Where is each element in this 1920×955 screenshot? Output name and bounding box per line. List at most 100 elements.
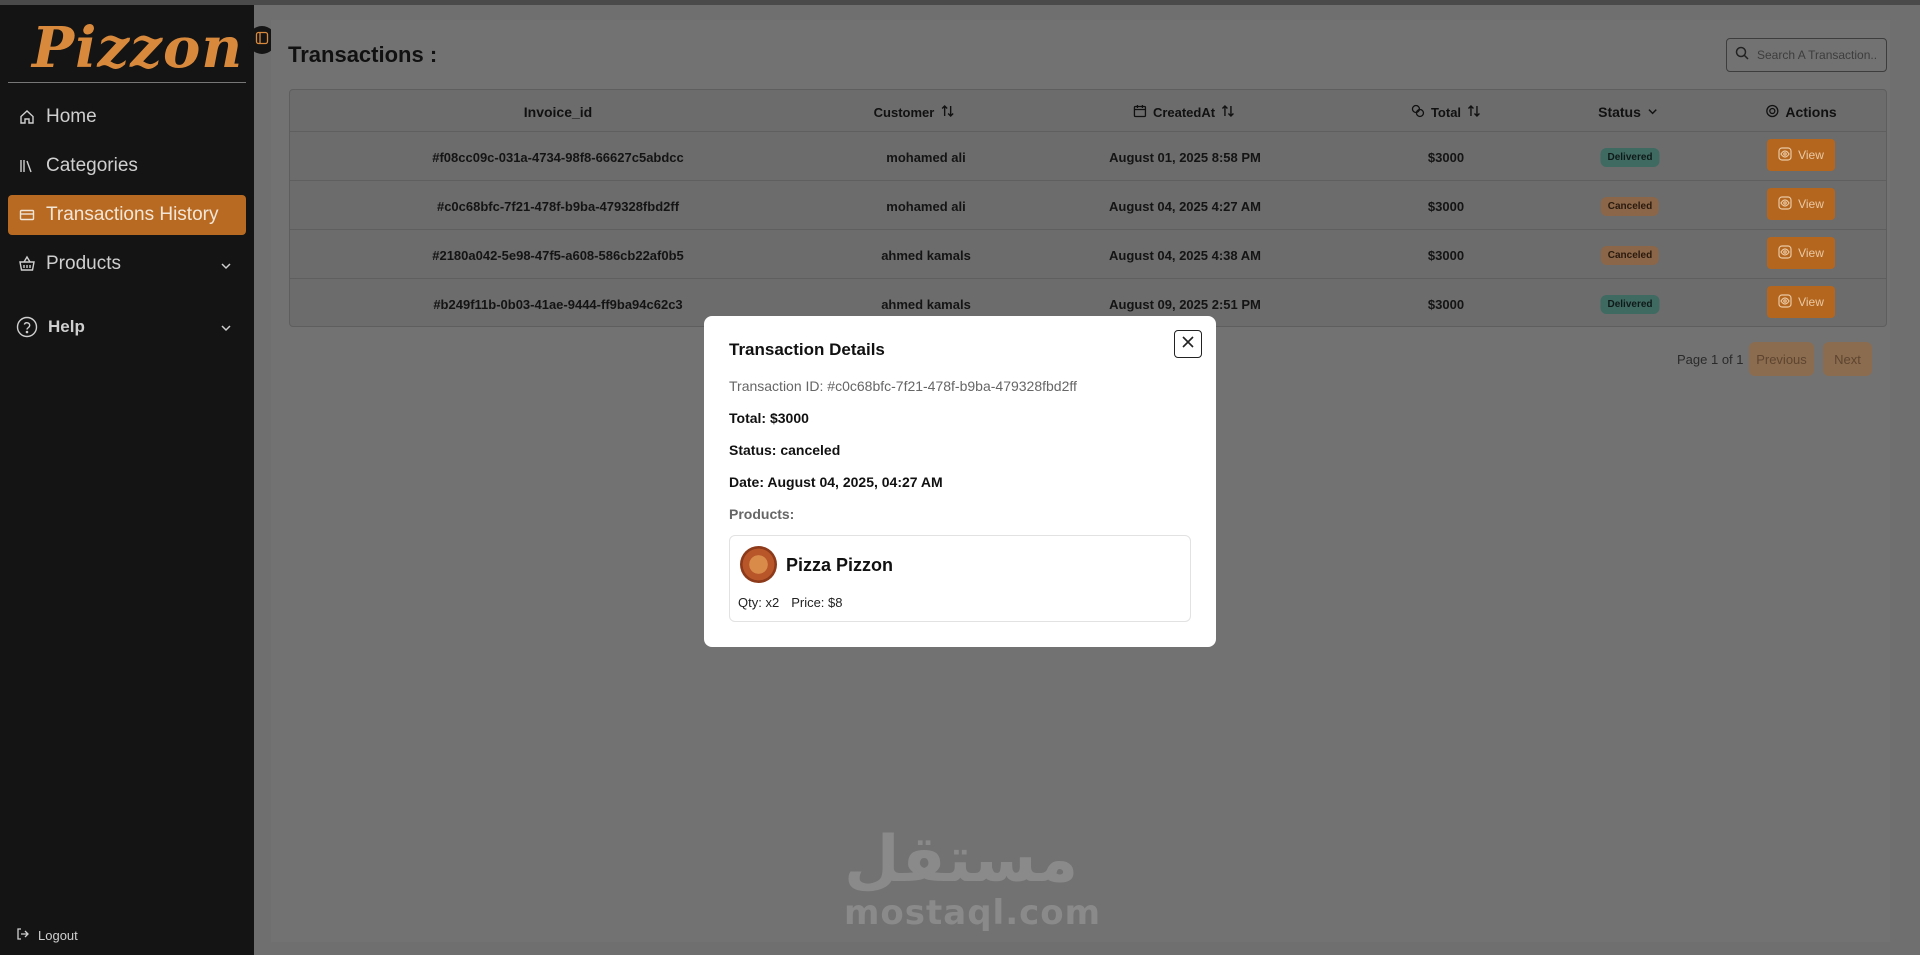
status-cell: Canceled <box>1600 245 1660 265</box>
help-circle-icon <box>16 316 38 338</box>
column-header-invoice: Invoice_id <box>524 102 592 122</box>
transactions-table: Invoice_id Customer CreatedAt Total Stat… <box>289 89 1887 327</box>
status-cell: Delivered <box>1600 294 1660 314</box>
watermark-arabic: مستقل <box>844 823 1079 897</box>
transaction-details-modal: Transaction Details Transaction ID: #c0c… <box>704 316 1216 647</box>
status-badge: Delivered <box>1600 147 1660 167</box>
pagination-status: Page 1 of 1 <box>1677 352 1744 367</box>
sidebar-divider <box>8 82 246 83</box>
watermark: مستقل mostaql.com <box>844 823 1100 931</box>
view-label: View <box>1798 148 1824 162</box>
column-label: Invoice_id <box>523 104 593 120</box>
customer-cell: mohamed ali <box>886 198 966 214</box>
view-label: View <box>1798 295 1824 309</box>
sort-icon[interactable] <box>1467 104 1481 121</box>
created-at-cell: August 04, 2025 4:27 AM <box>1109 198 1261 214</box>
sidebar-item-label: Categories <box>46 155 138 176</box>
customer-cell: mohamed ali <box>886 149 966 165</box>
home-icon <box>18 108 36 126</box>
column-header-status[interactable]: Status <box>1598 102 1658 122</box>
sidebar-item-label: Home <box>46 106 97 127</box>
products-label: Products: <box>729 506 795 522</box>
view-button[interactable]: View <box>1767 237 1835 269</box>
pizza-image <box>740 546 777 583</box>
product-name: Pizza Pizzon <box>786 555 894 575</box>
eye-icon <box>1778 293 1792 311</box>
sidebar-item-transactions-history[interactable]: Transactions History <box>8 195 246 235</box>
logout-link[interactable]: Logout <box>16 927 78 944</box>
invoice-id-cell: #2180a042-5e98-47f5-a608-586cb22af0b5 <box>432 247 684 263</box>
table-row: #f08cc09c-031a-4734-98f8-66627c5abdcc mo… <box>290 131 1886 180</box>
status-badge: Delivered <box>1600 294 1660 314</box>
search-icon <box>1735 46 1749 65</box>
column-header-actions: Actions <box>1765 102 1837 122</box>
eye-icon <box>1778 195 1792 213</box>
library-icon <box>18 157 36 175</box>
sidebar-item-label: Transactions History <box>46 204 219 225</box>
column-label: CreatedAt <box>1152 104 1216 120</box>
window-top-bar <box>0 0 1920 5</box>
status-cell: Canceled <box>1600 196 1660 216</box>
eye-icon <box>1778 244 1792 262</box>
product-qty: Qty: x2 <box>738 595 780 610</box>
column-header-createdat[interactable]: CreatedAt <box>1133 102 1235 122</box>
transaction-id-text: Transaction ID: #c0c68bfc-7f21-478f-b9ba… <box>729 378 1077 394</box>
total-cell: $3000 <box>1427 149 1465 165</box>
close-button[interactable] <box>1174 330 1202 358</box>
panel-left-icon <box>255 31 269 50</box>
total-cell: $3000 <box>1427 198 1465 214</box>
sidebar-item-help[interactable]: Help <box>16 307 246 347</box>
sidebar-item-products[interactable]: Products <box>8 244 246 284</box>
search-box[interactable] <box>1726 38 1887 72</box>
basket-icon <box>18 255 36 273</box>
column-label: Customer <box>873 104 935 120</box>
view-button[interactable]: View <box>1767 139 1835 171</box>
total-text: Total: $3000 <box>729 410 809 426</box>
modal-title: Transaction Details <box>729 340 885 359</box>
column-label: Status <box>1598 104 1641 120</box>
chevron-down-icon[interactable] <box>220 319 232 339</box>
sidebar-item-label: Products <box>46 253 121 274</box>
invoice-id-cell: #c0c68bfc-7f21-478f-b9ba-479328fbd2ff <box>436 198 680 214</box>
view-button[interactable]: View <box>1767 286 1835 318</box>
sort-icon[interactable] <box>1221 104 1235 121</box>
view-label: View <box>1798 246 1824 260</box>
chevron-down-icon[interactable] <box>1647 104 1658 120</box>
next-page-button[interactable]: Next <box>1823 342 1872 376</box>
chevron-down-icon[interactable] <box>220 256 232 278</box>
product-meta: Qty: x2 Price: $8 <box>738 595 843 610</box>
invoice-id-cell: #b249f11b-0b03-41ae-9444-ff9ba94c62c3 <box>433 296 683 312</box>
customer-cell: ahmed kamals <box>881 247 971 263</box>
total-cell: $3000 <box>1427 296 1465 312</box>
invoice-id-cell: #f08cc09c-031a-4734-98f8-66627c5abdcc <box>432 149 684 165</box>
created-at-cell: August 04, 2025 4:38 AM <box>1109 247 1261 263</box>
column-header-total[interactable]: Total <box>1411 102 1481 122</box>
coins-icon <box>1411 104 1425 121</box>
previous-page-button[interactable]: Previous <box>1749 342 1814 376</box>
view-button[interactable]: View <box>1767 188 1835 220</box>
status-cell: Delivered <box>1600 147 1660 167</box>
status-badge: Canceled <box>1600 245 1660 265</box>
brand-logo[interactable]: Pizzon <box>32 15 242 81</box>
card-icon <box>18 206 36 224</box>
sidebar-item-categories[interactable]: Categories <box>8 146 246 186</box>
column-label: Actions <box>1785 104 1837 120</box>
calendar-icon <box>1133 104 1147 121</box>
date-text: Date: August 04, 2025, 04:27 AM <box>729 474 943 490</box>
table-row: #c0c68bfc-7f21-478f-b9ba-479328fbd2ff mo… <box>290 180 1886 229</box>
sidebar-item-home[interactable]: Home <box>8 97 246 137</box>
table-row: #2180a042-5e98-47f5-a608-586cb22af0b5 ah… <box>290 229 1886 278</box>
product-price: Price: $8 <box>791 595 843 610</box>
status-text: Status: canceled <box>729 442 841 458</box>
eye-icon <box>1778 146 1792 164</box>
page-title: Transactions : <box>288 42 438 67</box>
created-at-cell: August 01, 2025 8:58 PM <box>1109 149 1261 165</box>
sort-icon[interactable] <box>940 104 954 121</box>
column-header-customer[interactable]: Customer <box>874 102 955 122</box>
total-cell: $3000 <box>1427 247 1465 263</box>
logout-icon <box>16 927 30 944</box>
customer-cell: ahmed kamals <box>881 296 971 312</box>
close-icon <box>1181 335 1195 354</box>
sidebar-item-label: Help <box>48 317 85 336</box>
search-input[interactable] <box>1757 48 1877 62</box>
